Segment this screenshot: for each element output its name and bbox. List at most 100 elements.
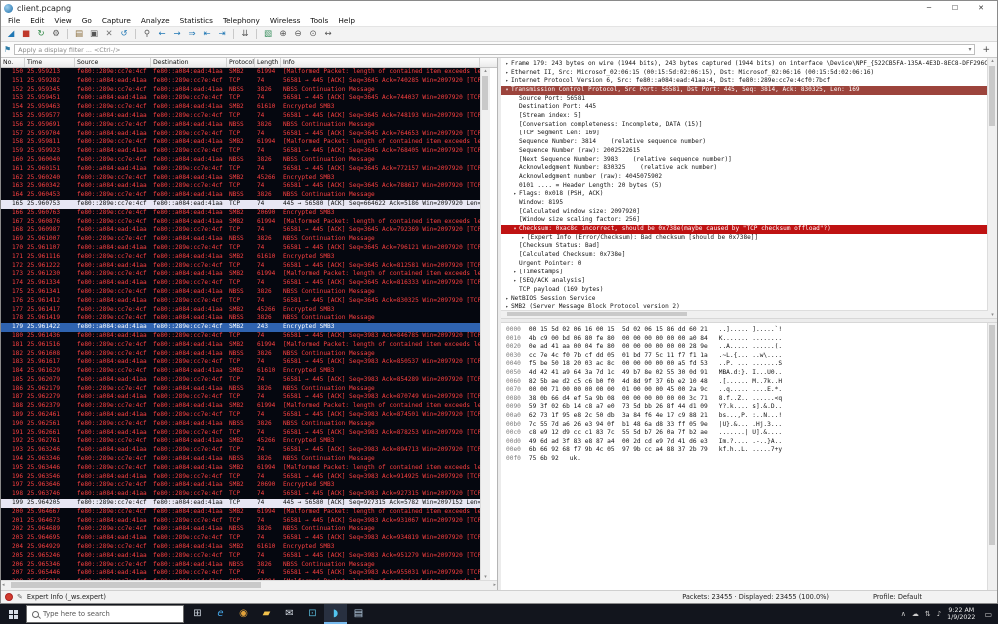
detail-line[interactable]: [Stream index: 5]	[501, 112, 987, 121]
menu-help[interactable]: Help	[333, 16, 360, 25]
packet-row-153[interactable]: 153 25.959451 fe80::a084:ead:41aa fe80::289…	[1, 94, 480, 104]
packet-row-158[interactable]: 158 25.959811 fe80::289e:cc7e:4cf fe80::a08…	[1, 138, 480, 148]
details-hscroll-thumb[interactable]	[507, 312, 687, 316]
hex-row-00a0[interactable]: 00a0 62 73 1f 95 e8 2c 50 db 3a 84 f6 4e …	[506, 412, 987, 421]
titlebar[interactable]: client.pcapng ─ ☐ ✕	[1, 1, 997, 15]
column-header-destination[interactable]: Destination	[151, 58, 227, 67]
packet-row-185[interactable]: 185 25.962079 fe80::a084:ead:41aa fe80::289…	[1, 375, 480, 385]
menu-statistics[interactable]: Statistics	[175, 16, 218, 25]
packet-row-182[interactable]: 182 25.961608 fe80::289e:cc7e:4cf fe80::a08…	[1, 349, 480, 359]
action-center-icon[interactable]: ▭	[981, 610, 995, 619]
packet-row-205[interactable]: 205 25.965246 fe80::a084:ead:41aa fe80::289…	[1, 551, 480, 561]
packet-row-204[interactable]: 204 25.964929 fe80::289e:cc7e:4cf fe80::a08…	[1, 543, 480, 552]
taskbar-clock[interactable]: 9:22 AM 1/9/2022	[947, 607, 975, 622]
expander-closed-icon[interactable]: ▸	[511, 277, 519, 286]
filter-add-button[interactable]: +	[978, 45, 994, 55]
start-button[interactable]	[0, 604, 26, 624]
packet-row-164[interactable]: 164 25.960453 fe80::289e:cc7e:4cf fe80::a08…	[1, 191, 480, 200]
hex-vscrollbar[interactable]	[987, 323, 997, 590]
hex-row-0030[interactable]: 0030 cc 7e 4c f0 7b cf dd 05 01 bd 77 5c …	[506, 352, 987, 361]
menu-view[interactable]: View	[49, 16, 76, 25]
packet-row-200[interactable]: 200 25.964667 fe80::289e:cc7e:4cf fe80::a08…	[1, 507, 480, 517]
open-file-button[interactable]: ▤	[72, 28, 86, 40]
hex-row-00d0[interactable]: 00d0 49 6d ad 3f 83 e8 87 a4 00 2d cd e9 …	[506, 438, 987, 447]
taskbar-edge[interactable]: e	[209, 604, 232, 624]
detail-line[interactable]: [Conversation completeness: Incomplete, …	[501, 121, 987, 130]
column-header-time[interactable]: Time	[25, 58, 75, 67]
close-file-button[interactable]: ✕	[102, 28, 116, 40]
packet-row-177[interactable]: 177 25.961417 fe80::289e:cc7e:4cf fe80::a08…	[1, 305, 480, 315]
hex-row-00e0[interactable]: 00e0 6b 66 92 68 f7 9b 4c 05 97 9b cc a4 …	[506, 446, 987, 455]
find-packet-button[interactable]: ⚲	[140, 28, 154, 40]
packet-row-201[interactable]: 201 25.964673 fe80::a084:ead:41aa fe80::289…	[1, 516, 480, 526]
packet-row-197[interactable]: 197 25.963646 fe80::289e:cc7e:4cf fe80::a08…	[1, 481, 480, 491]
packet-row-180[interactable]: 180 25.961436 fe80::a084:ead:41aa fe80::289…	[1, 331, 480, 341]
menu-wireless[interactable]: Wireless	[265, 16, 306, 25]
go-back-button[interactable]: ←	[155, 28, 169, 40]
column-header-length[interactable]: Length	[255, 58, 281, 67]
packet-row-203[interactable]: 203 25.964695 fe80::a084:ead:41aa fe80::289…	[1, 534, 480, 544]
hex-row-0050[interactable]: 0050 4d 42 41 a9 64 3a 7d 1c 49 b7 8e 02 …	[506, 369, 987, 378]
save-file-button[interactable]: ▣	[87, 28, 101, 40]
detail-line[interactable]: ▸ Frame 179: 243 bytes on wire (1944 bits…	[501, 60, 987, 69]
packet-row-198[interactable]: 198 25.963746 fe80::a084:ead:41aa fe80::289…	[1, 490, 480, 500]
packet-row-152[interactable]: 152 25.959345 fe80::289e:cc7e:4cf fe80::a08…	[1, 85, 480, 95]
resize-columns-button[interactable]: ↔	[321, 28, 335, 40]
expander-closed-icon[interactable]: ▸	[511, 269, 519, 278]
menu-file[interactable]: File	[3, 16, 25, 25]
details-vscroll-thumb[interactable]	[989, 66, 995, 126]
detail-line[interactable]: ▸ [SEQ/ACK analysis]	[501, 277, 987, 286]
hex-row-00f0[interactable]: 00f0 75 6b 92 uk.	[506, 455, 987, 464]
packet-row-202[interactable]: 202 25.964689 fe80::289e:cc7e:4cf fe80::a08…	[1, 525, 480, 535]
volume-icon[interactable]: ♪	[937, 610, 941, 618]
packet-row-161[interactable]: 161 25.960151 fe80::a084:ead:41aa fe80::289…	[1, 164, 480, 174]
detail-line[interactable]: TCP payload (169 bytes)	[501, 286, 987, 295]
taskbar-store[interactable]: ⊡	[301, 604, 324, 624]
packet-list-hscroll-thumb[interactable]	[11, 582, 261, 588]
detail-line[interactable]: [Calculated Checksum: 0x738e]	[501, 251, 987, 260]
packet-row-206[interactable]: 206 25.965346 fe80::289e:cc7e:4cf fe80::a08…	[1, 560, 480, 570]
scroll-up-icon[interactable]: ▴	[988, 58, 997, 64]
packet-row-207[interactable]: 207 25.965446 fe80::a084:ead:41aa fe80::289…	[1, 569, 480, 579]
expander-closed-icon[interactable]: ▸	[511, 190, 519, 199]
hex-vscroll-thumb[interactable]	[989, 325, 995, 545]
hex-row-0040[interactable]: 0040 f5 be 50 18 20 03 ac 8c 00 00 00 00 …	[506, 360, 987, 369]
detail-line[interactable]: Acknowledgment number (raw): 4045075902	[501, 173, 987, 182]
close-button[interactable]: ✕	[968, 4, 994, 12]
taskbar-mail[interactable]: ✉	[278, 604, 301, 624]
hex-row-0010[interactable]: 0010 4b c9 00 bd 06 80 fe 80 00 00 00 00 …	[506, 335, 987, 344]
packet-row-172[interactable]: 172 25.961222 fe80::a084:ead:41aa fe80::289…	[1, 261, 480, 271]
zoom-in-button[interactable]: ⊕	[276, 28, 290, 40]
packet-row-199[interactable]: 199 25.964205 fe80::289e:cc7e:4cf fe80::a08…	[1, 499, 480, 508]
packet-row-155[interactable]: 155 25.959577 fe80::a084:ead:41aa fe80::289…	[1, 111, 480, 121]
column-header-no[interactable]: No.	[1, 58, 25, 67]
scroll-up-icon[interactable]: ▴	[481, 68, 490, 74]
status-profile[interactable]: Profile: Default	[873, 593, 993, 601]
packet-row-157[interactable]: 157 25.959704 fe80::a084:ead:41aa fe80::289…	[1, 129, 480, 139]
packet-list-vscroll-thumb[interactable]	[482, 76, 488, 110]
hex-row-00b0[interactable]: 00b0 7c 55 7d a6 26 e3 94 0f b1 48 6a d8 …	[506, 421, 987, 430]
capture-options-button[interactable]: ⚙	[49, 28, 63, 40]
detail-line[interactable]: [TCP Segment Len: 169]	[501, 130, 987, 139]
stop-capture-button[interactable]: ■	[19, 28, 33, 40]
hex-row-0090[interactable]: 0090 59 3f 02 6b 14 c8 a7 e0 73 5d bb 26 …	[506, 403, 987, 412]
column-header-info[interactable]: Info	[281, 58, 480, 67]
filter-dropdown-icon[interactable]: ▾	[968, 46, 971, 53]
restart-capture-button[interactable]: ↻	[34, 28, 48, 40]
start-capture-button[interactable]: ◢	[4, 28, 18, 40]
packet-row-151[interactable]: 151 25.959282 fe80::a084:ead:41aa fe80::289…	[1, 76, 480, 86]
column-header-protocol[interactable]: Protocol	[227, 58, 255, 67]
packet-row-190[interactable]: 190 25.962561 fe80::289e:cc7e:4cf fe80::a08…	[1, 419, 480, 429]
taskbar-file-explorer[interactable]: ▰	[255, 604, 278, 624]
packet-row-156[interactable]: 156 25.959691 fe80::289e:cc7e:4cf fe80::a08…	[1, 120, 480, 130]
detail-line[interactable]: [Calculated window size: 2097920]	[501, 208, 987, 217]
filter-bookmark-icon[interactable]: ⚑	[4, 45, 11, 54]
packet-row-176[interactable]: 176 25.961412 fe80::a084:ead:41aa fe80::289…	[1, 296, 480, 306]
packet-row-179[interactable]: 179 25.961422 fe80::a084:ead:41aa fe80::289…	[1, 323, 480, 332]
packet-row-167[interactable]: 167 25.960876 fe80::289e:cc7e:4cf fe80::a08…	[1, 217, 480, 227]
packet-row-195[interactable]: 195 25.963446 fe80::289e:cc7e:4cf fe80::a08…	[1, 463, 480, 473]
taskbar-search[interactable]: Type here to search	[26, 605, 184, 623]
expander-closed-icon[interactable]: ▸	[503, 60, 511, 69]
scroll-right-icon[interactable]: ▸	[493, 582, 496, 589]
packet-row-175[interactable]: 175 25.961341 fe80::289e:cc7e:4cf fe80::a08…	[1, 287, 480, 297]
